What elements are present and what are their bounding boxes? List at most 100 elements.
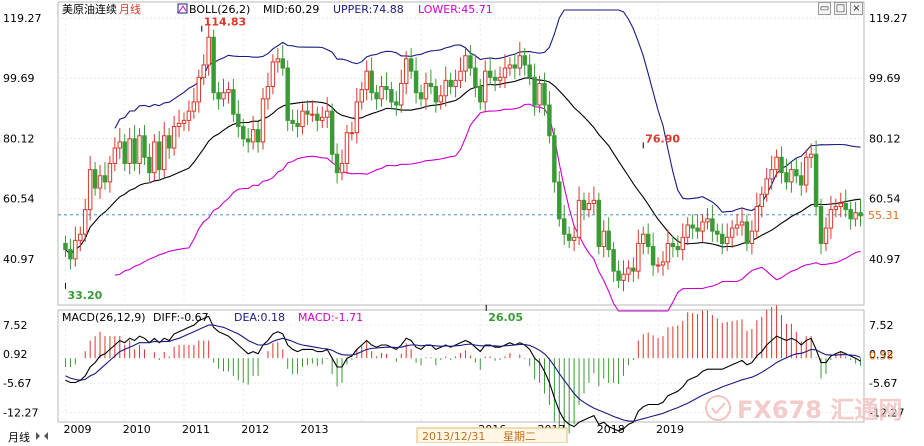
- candle-up: [759, 193, 764, 208]
- candle-up: [221, 92, 226, 100]
- candle-down: [102, 175, 108, 183]
- candle-down: [216, 92, 221, 100]
- candle-down: [280, 58, 285, 69]
- candle-down: [428, 82, 434, 88]
- footer-left-arrow-icon[interactable]: [44, 432, 48, 440]
- footer-arrow-icon[interactable]: [36, 432, 40, 440]
- candle-down: [532, 76, 537, 106]
- candle-up: [601, 230, 606, 248]
- candle-up: [171, 126, 177, 149]
- candle-down: [305, 110, 310, 115]
- macd-y-tick-right: 7.52: [869, 319, 894, 332]
- candle-down: [650, 246, 656, 266]
- candle-down: [542, 82, 547, 106]
- candle-down: [122, 141, 127, 164]
- candle-up: [734, 224, 740, 229]
- candle-up: [87, 169, 93, 211]
- boll-mid-line: [65, 77, 861, 255]
- cursor-date: 2013/12/31: [422, 430, 485, 443]
- candle-down: [413, 70, 419, 94]
- candle-down: [720, 233, 725, 244]
- candle-up: [680, 236, 685, 251]
- candle-down: [487, 70, 493, 78]
- candle-down: [389, 89, 394, 103]
- candle-up: [117, 141, 123, 149]
- candle-up: [349, 132, 355, 135]
- candle-down: [142, 135, 147, 158]
- candle-up: [769, 169, 774, 180]
- candle-down: [799, 175, 804, 186]
- candle-down: [794, 169, 799, 177]
- candle-down: [848, 209, 853, 220]
- annotation-label: 76.90: [645, 132, 680, 145]
- period-label: 月线: [119, 2, 141, 16]
- candle-up: [641, 233, 646, 244]
- instrument-title: 美原油连续: [62, 2, 117, 16]
- candle-up: [838, 202, 844, 208]
- candle-down: [606, 230, 611, 251]
- candle-down: [843, 202, 848, 211]
- x-tick-label: 2009: [63, 423, 91, 436]
- candle-down: [384, 86, 389, 91]
- candle-up: [655, 264, 661, 267]
- candle-down: [512, 64, 518, 69]
- candle-down: [670, 242, 676, 248]
- candle-down: [315, 113, 320, 121]
- x-tick-label: 2019: [656, 423, 684, 436]
- candle-up: [754, 206, 760, 232]
- boll-indicator-label: BOLL(26,2): [189, 3, 250, 16]
- candle-down: [813, 153, 819, 208]
- candle-down: [478, 86, 483, 103]
- close-icon[interactable]: ×: [850, 2, 863, 15]
- minimize-icon[interactable]: ▭: [818, 2, 831, 15]
- candle-up: [705, 218, 710, 223]
- x-tick-label: 2013: [301, 423, 329, 436]
- candle-down: [596, 199, 602, 248]
- candle-down: [645, 233, 651, 248]
- candle-down: [295, 122, 300, 128]
- candle-up: [438, 95, 444, 103]
- main-panel-frame: [57, 1, 865, 306]
- candle-down: [231, 89, 236, 115]
- footer-period-tab[interactable]: 月线: [8, 430, 30, 444]
- candle-up: [626, 267, 631, 275]
- candle-up: [497, 76, 503, 81]
- candle-up: [636, 242, 641, 272]
- candle-down: [631, 267, 636, 272]
- candle-down: [858, 212, 863, 217]
- candle-up: [621, 273, 626, 281]
- candle-down: [374, 92, 379, 100]
- candle-down: [285, 67, 290, 121]
- candle-up: [250, 129, 256, 143]
- y-tick-right: 99.69: [869, 72, 901, 85]
- candle-down: [557, 181, 562, 220]
- restore-icon[interactable]: □: [834, 2, 847, 15]
- candle-up: [764, 178, 769, 195]
- watermark-logo: FX678 汇通网: [705, 395, 902, 424]
- candle-up: [774, 156, 779, 171]
- candle-up: [152, 141, 157, 174]
- chart-svg[interactable]: 119.27 119.27 99.69 99.69 80.12 80.12 60.54 60.…: [0, 0, 924, 444]
- cursor-weekday: 星期二: [503, 430, 536, 443]
- candle-up: [82, 209, 88, 235]
- candle-down: [329, 110, 335, 155]
- y-tick-right: 80.12: [869, 132, 901, 145]
- candle-up: [517, 55, 523, 69]
- x-tick-label: 2012: [241, 423, 269, 436]
- candle-up: [749, 230, 755, 244]
- candle-down: [562, 218, 567, 235]
- candle-up: [537, 82, 542, 106]
- candle-up: [300, 110, 305, 128]
- y-tick-left: 119.27: [3, 12, 42, 25]
- candle-up: [685, 224, 690, 238]
- x-tick-label: 2018: [597, 423, 625, 436]
- macd-last-label: 0.58: [869, 350, 894, 363]
- candle-up: [586, 202, 592, 211]
- macd-dea-value: DEA:0.18: [234, 311, 285, 324]
- candle-up: [700, 221, 705, 232]
- candle-up: [379, 86, 384, 100]
- y-tick-left: 99.69: [3, 72, 35, 85]
- boll-lower-line: [114, 103, 861, 312]
- candle-up: [310, 113, 315, 116]
- candle-up: [482, 70, 488, 103]
